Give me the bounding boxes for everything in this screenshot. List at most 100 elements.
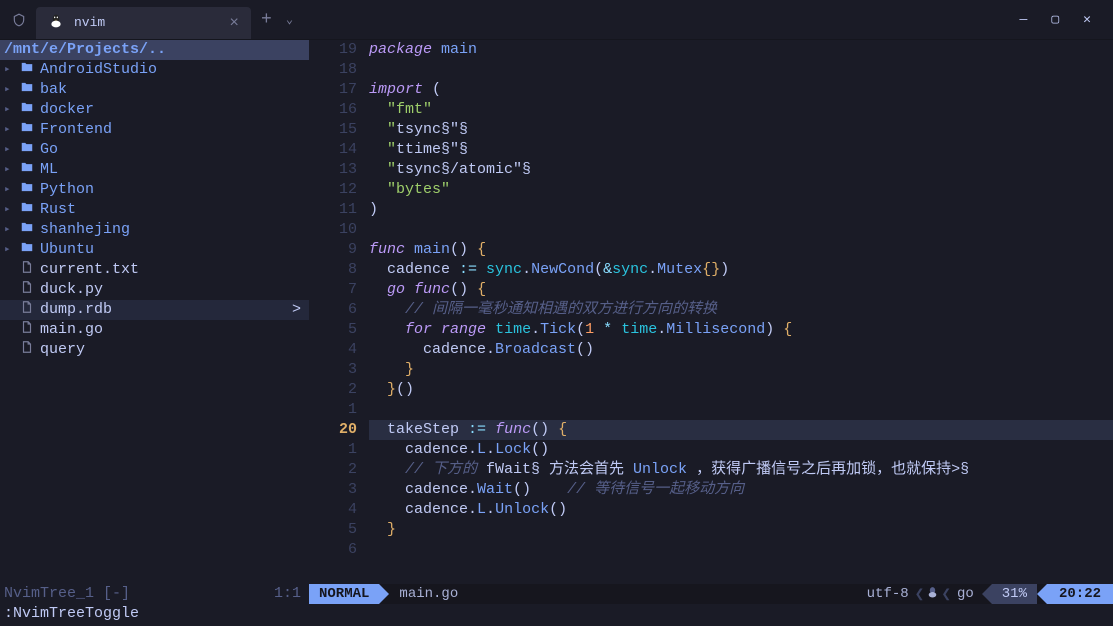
code-line[interactable]: go func() { <box>369 280 1113 300</box>
code-line[interactable]: "tsync§"§ <box>369 120 1113 140</box>
tree-item-label: ML <box>40 160 309 180</box>
tree-item-label: docker <box>40 100 309 120</box>
folder-icon <box>20 140 34 161</box>
chevron-right-icon: ▸ <box>4 60 14 80</box>
editor-area: /mnt/e/Projects/.. ▸AndroidStudio▸bak▸do… <box>0 40 1113 604</box>
code-line[interactable]: "ttime§"§ <box>369 140 1113 160</box>
code-line[interactable]: "fmt" <box>369 100 1113 120</box>
tree-buffer-name: NvimTree_1 [-] <box>4 584 130 604</box>
line-number: 18 <box>309 60 357 80</box>
shield-icon <box>12 12 28 28</box>
tree-folder[interactable]: ▸ Rust <box>0 200 309 220</box>
chevron-right-icon: ▸ <box>4 160 14 180</box>
folder-icon <box>20 120 34 141</box>
line-number: 3 <box>309 360 357 380</box>
tree-item-label: Rust <box>40 200 309 220</box>
chevron-right-icon: ▸ <box>4 140 14 160</box>
line-number: 14 <box>309 140 357 160</box>
code-line[interactable]: takeStep := func() { <box>369 420 1113 440</box>
close-button[interactable]: ✕ <box>1083 12 1091 27</box>
tree-item-label: bak <box>40 80 309 100</box>
file-icon <box>20 260 34 281</box>
code-line[interactable]: import ( <box>369 80 1113 100</box>
code-line[interactable]: // 下方的 fWait§ 方法会首先 Unlock ，获得广播信号之后再加锁，… <box>369 460 1113 480</box>
tree-file[interactable]: main.go <box>0 320 309 340</box>
line-number: 8 <box>309 260 357 280</box>
tree-folder[interactable]: ▸ ML <box>0 160 309 180</box>
line-number: 13 <box>309 160 357 180</box>
maximize-button[interactable]: ▢ <box>1051 12 1059 27</box>
tab-nvim[interactable]: nvim × <box>36 7 251 39</box>
code-line[interactable]: cadence.Wait() // 等待信号一起移动方向 <box>369 480 1113 500</box>
separator-icon <box>1037 584 1047 604</box>
tree-folder[interactable]: ▸docker <box>0 100 309 120</box>
tree-folder[interactable]: ▸Python <box>0 180 309 200</box>
chevron-right-icon: ▸ <box>4 120 14 140</box>
file-icon <box>20 340 34 361</box>
code-text[interactable]: package main import ( "fmt" "tsync§"§ "t… <box>369 40 1113 584</box>
code-line[interactable]: cadence.L.Unlock() <box>369 500 1113 520</box>
code-body[interactable]: 1918171615141312111098765432120123456 pa… <box>309 40 1113 584</box>
line-number: 17 <box>309 80 357 100</box>
folder-icon <box>20 180 34 201</box>
file-icon <box>20 280 34 301</box>
tab-title: nvim <box>74 15 219 30</box>
tab-dropdown-icon[interactable]: ⌄ <box>286 12 293 27</box>
folder-icon <box>20 160 34 181</box>
folder-icon <box>20 100 34 121</box>
chevron-right-icon: ▸ <box>4 80 14 100</box>
code-line[interactable]: // 间隔一毫秒通知相遇的双方进行方向的转换 <box>369 300 1113 320</box>
line-number: 1 <box>309 440 357 460</box>
new-tab-button[interactable]: + <box>261 10 272 30</box>
file-icon <box>20 320 34 341</box>
code-line[interactable]: ) <box>369 200 1113 220</box>
tree-file[interactable]: query <box>0 340 309 360</box>
line-number: 6 <box>309 540 357 560</box>
code-line[interactable] <box>369 540 1113 560</box>
tree-folder[interactable]: ▸Frontend <box>0 120 309 140</box>
code-line[interactable]: }() <box>369 380 1113 400</box>
status-percent: 31% <box>992 584 1037 604</box>
line-number: 2 <box>309 380 357 400</box>
code-line[interactable] <box>369 220 1113 240</box>
tree-item-label: AndroidStudio <box>40 60 309 80</box>
tree-folder[interactable]: ▸Ubuntu <box>0 240 309 260</box>
tree-folder[interactable]: ▸shanhejing <box>0 220 309 240</box>
window-titlebar: nvim × + ⌄ — ▢ ✕ <box>0 0 1113 40</box>
command-line[interactable]: :NvimTreeToggle <box>0 604 1113 626</box>
tree-folder[interactable]: ▸ AndroidStudio <box>0 60 309 80</box>
code-line[interactable]: for range time.Tick(1 * time.Millisecond… <box>369 320 1113 340</box>
line-number: 5 <box>309 520 357 540</box>
command-text: :NvimTreeToggle <box>4 604 139 626</box>
chevron-right-icon: ▸ <box>4 200 14 220</box>
code-line[interactable]: package main <box>369 40 1113 60</box>
separator-icon <box>379 584 389 604</box>
folder-icon <box>20 200 34 221</box>
line-number: 19 <box>309 40 357 60</box>
tree-root-path[interactable]: /mnt/e/Projects/.. <box>0 40 309 60</box>
tree-file[interactable]: dump.rdb> <box>0 300 309 320</box>
minimize-button[interactable]: — <box>1020 12 1028 27</box>
selection-mark: > <box>292 300 309 320</box>
status-filename: main.go <box>389 586 468 602</box>
code-line[interactable] <box>369 60 1113 80</box>
code-line[interactable]: } <box>369 520 1113 540</box>
tab-close-icon[interactable]: × <box>229 14 239 32</box>
tree-file[interactable]: duck.py <box>0 280 309 300</box>
tree-folder[interactable]: ▸ Go <box>0 140 309 160</box>
code-line[interactable]: func main() { <box>369 240 1113 260</box>
code-line[interactable]: cadence.L.Lock() <box>369 440 1113 460</box>
folder-icon <box>20 240 34 261</box>
tree-folder[interactable]: ▸ bak <box>0 80 309 100</box>
tree-file[interactable]: current.txt <box>0 260 309 280</box>
code-line[interactable]: cadence := sync.NewCond(&sync.Mutex{}) <box>369 260 1113 280</box>
code-line[interactable] <box>369 400 1113 420</box>
tree-item-label: Go <box>40 140 309 160</box>
status-position: 20:22 <box>1047 584 1113 604</box>
tree-item-label: Python <box>40 180 309 200</box>
code-line[interactable]: cadence.Broadcast() <box>369 340 1113 360</box>
code-line[interactable]: "tsync§/atomic"§ <box>369 160 1113 180</box>
code-line[interactable]: } <box>369 360 1113 380</box>
code-line[interactable]: "bytes" <box>369 180 1113 200</box>
line-number: 10 <box>309 220 357 240</box>
